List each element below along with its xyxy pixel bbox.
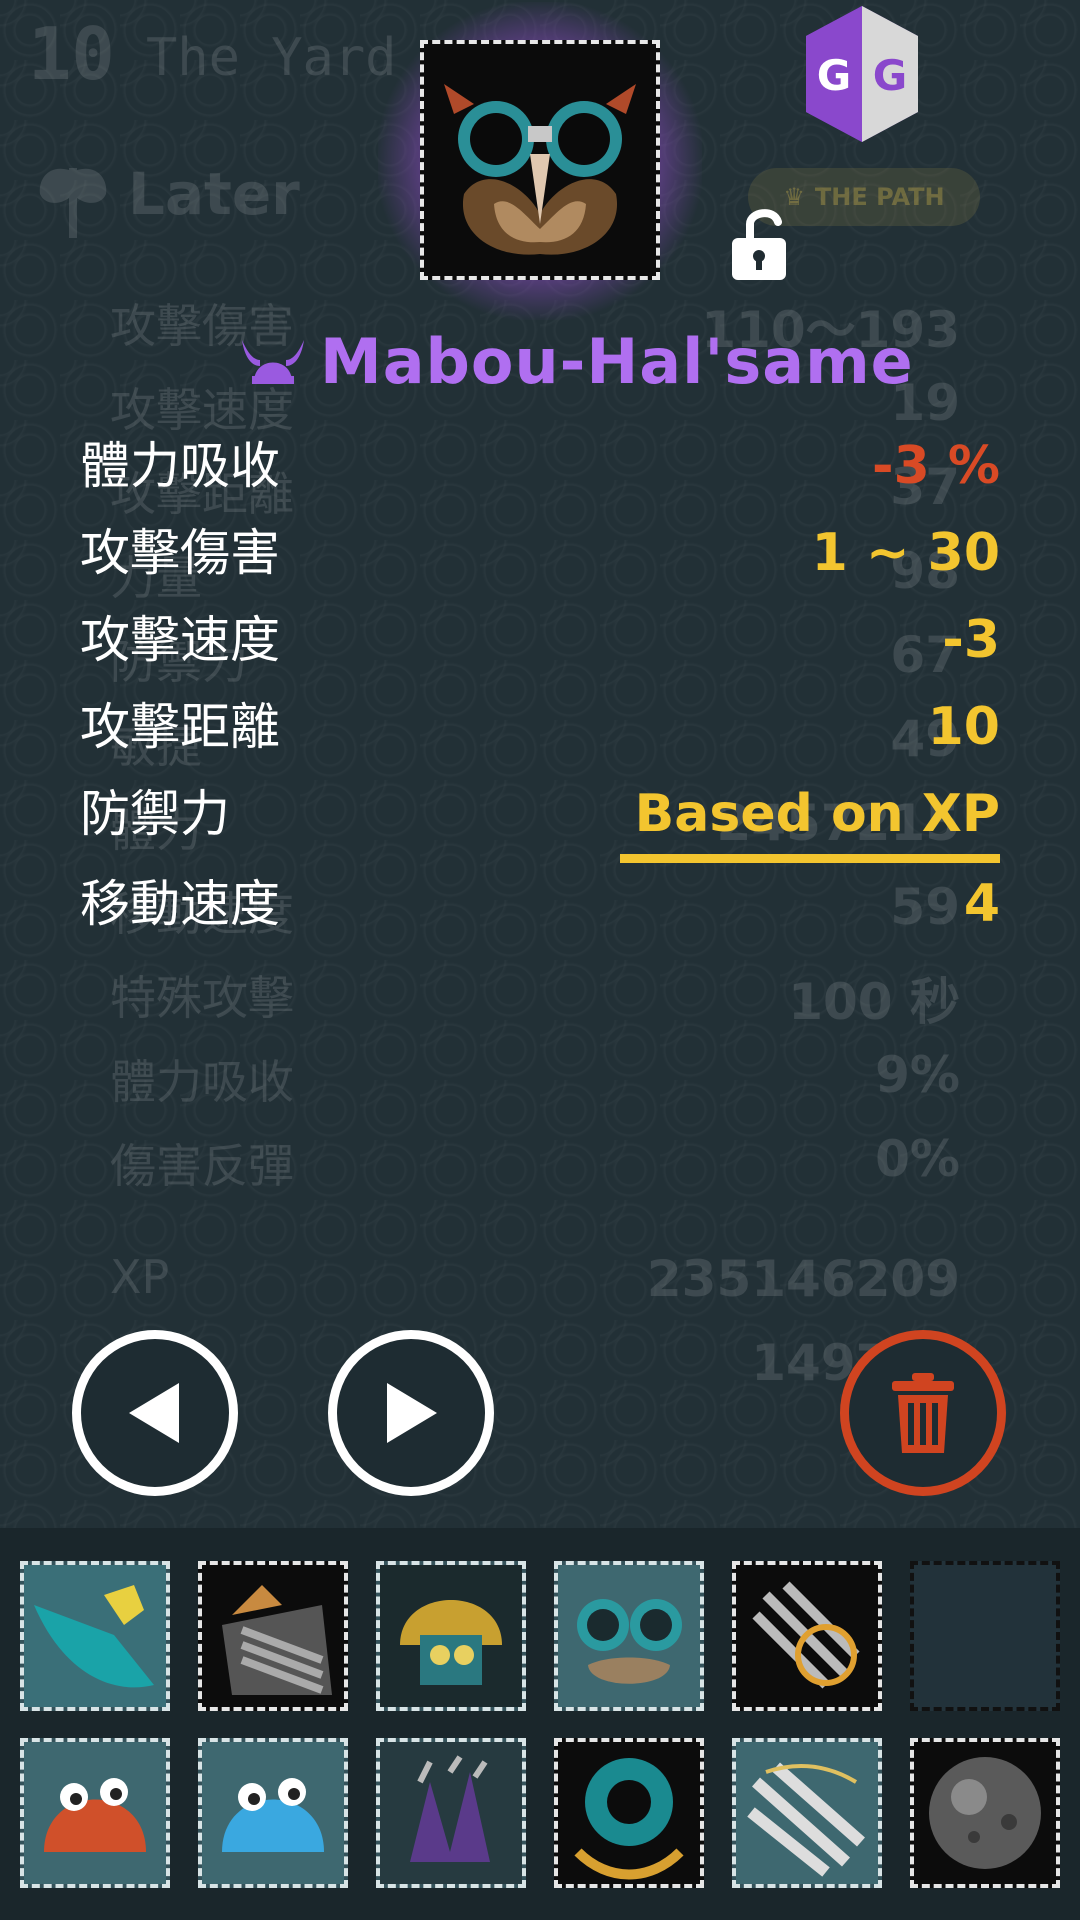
ghost-later-label: Later [128, 160, 300, 228]
stat-row-attack-speed: 攻擊速度 -3 [80, 600, 1000, 680]
claw-scratch-icon [736, 1742, 878, 1884]
stat-label: 移動速度 [80, 875, 280, 933]
ghost-stat-value: 0% [875, 1130, 960, 1188]
ghost-stat-label: 特殊攻擊 [110, 971, 294, 1025]
stat-label: 攻擊距離 [80, 698, 280, 756]
stat-row-hp-drain: 體力吸收 -3 % [80, 426, 1000, 506]
stat-value: -3 [942, 610, 1000, 670]
ring-gauntlet-icon [736, 1565, 878, 1707]
stat-row-attack-damage: 攻擊傷害 1 ~ 30 [80, 513, 1000, 593]
prev-arrow-icon [129, 1383, 179, 1443]
item-title: Mabou-Hal'same [240, 320, 914, 402]
ghost-stat-value: 100 秒 [788, 973, 960, 1031]
stat-value: 1 ~ 30 [811, 523, 1000, 583]
delete-button[interactable] [840, 1330, 1006, 1496]
inventory-slot[interactable] [910, 1738, 1060, 1888]
ghost-level-name: The Yard [146, 28, 397, 88]
stat-label: 攻擊速度 [80, 611, 280, 669]
ghost-level-number: 10 [28, 12, 115, 96]
gg-logo-icon: G G [806, 6, 918, 142]
ghost-stat-value: 9% [875, 1046, 960, 1104]
stat-row-defense: 防禦力 Based on XP [80, 774, 1000, 854]
ghost-path-label: THE PATH [814, 183, 945, 211]
stat-value: 10 [927, 697, 1000, 757]
ghost-stat-value: 235146209 [646, 1250, 960, 1308]
prev-button[interactable] [72, 1330, 238, 1496]
teal-ring-icon [558, 1742, 700, 1884]
inventory-slot[interactable] [376, 1738, 526, 1888]
ghost-stat-label: XP [110, 1250, 170, 1304]
inventory-slot[interactable] [732, 1738, 882, 1888]
stat-value: Based on XP [634, 784, 1000, 844]
stat-row-attack-range: 攻擊距離 10 [80, 687, 1000, 767]
gold-helmet-icon [380, 1565, 522, 1707]
stat-label: 攻擊傷害 [80, 524, 280, 582]
item-name: Mabou-Hal'same [320, 324, 914, 398]
stat-value: -3 % [872, 436, 1000, 496]
axe-blade-icon [24, 1565, 166, 1707]
inventory-slot[interactable] [198, 1738, 348, 1888]
claw-gauntlet-icon [202, 1565, 344, 1707]
goggle-mask-icon [558, 1565, 700, 1707]
ghost-stat-label: 傷害反彈 [110, 1139, 294, 1193]
next-button[interactable] [328, 1330, 494, 1496]
ghost-axe-icon [39, 168, 107, 238]
viking-helmet-icon [242, 340, 304, 384]
purple-claw-icon [380, 1742, 522, 1884]
defense-underline [620, 854, 1000, 863]
svg-text:G: G [873, 51, 907, 100]
red-slime-icon [24, 1742, 166, 1884]
inventory-slot[interactable] [20, 1738, 170, 1888]
inventory-slot[interactable] [732, 1561, 882, 1711]
trash-icon [892, 1373, 954, 1453]
blue-slime-icon [202, 1742, 344, 1884]
inventory-slot[interactable] [554, 1738, 704, 1888]
inventory-slot[interactable] [554, 1561, 704, 1711]
item-portrait [420, 40, 660, 280]
inventory-slot[interactable] [376, 1561, 526, 1711]
inventory-slot-empty[interactable] [910, 1561, 1060, 1711]
goggle-mask-icon [424, 44, 656, 276]
stat-row-move-speed: 移動速度 4 [80, 864, 1000, 944]
stat-value: 4 [963, 874, 1000, 934]
iron-ball-icon [914, 1742, 1056, 1884]
stat-label: 體力吸收 [80, 437, 280, 495]
inventory-slot[interactable] [198, 1561, 348, 1711]
inventory-slot[interactable] [20, 1561, 170, 1711]
svg-text:G: G [817, 51, 851, 100]
unlock-icon[interactable] [728, 204, 792, 282]
ghost-stat-label: 體力吸收 [110, 1055, 294, 1109]
next-arrow-icon [387, 1383, 437, 1443]
stat-label: 防禦力 [80, 785, 230, 843]
